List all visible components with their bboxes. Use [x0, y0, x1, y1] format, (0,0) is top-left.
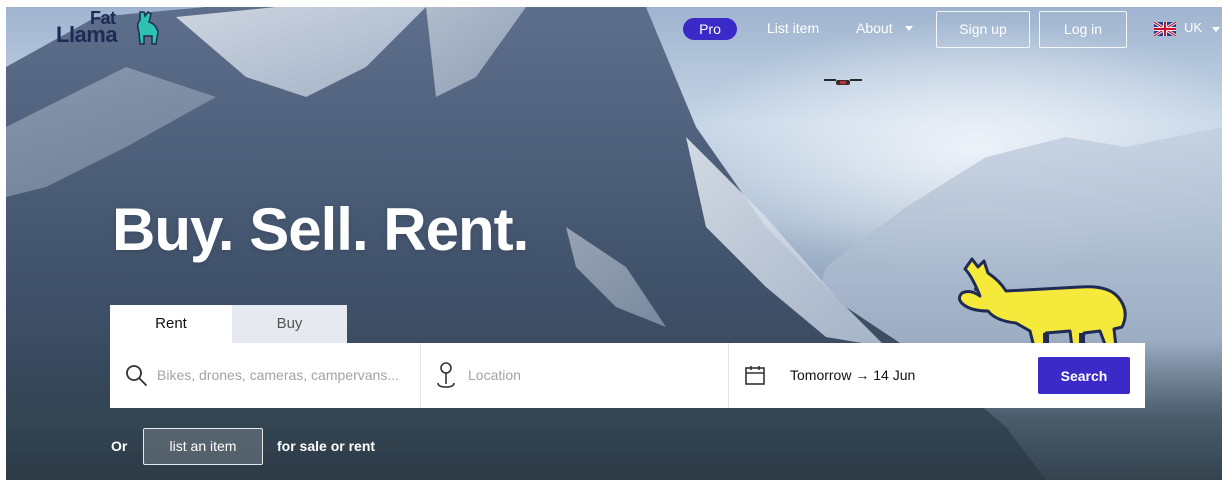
search-input[interactable]	[157, 363, 409, 387]
nav-about[interactable]: About	[856, 20, 893, 36]
search-bar: Tomorrow → 14 Jun Search	[110, 343, 1145, 408]
location-input[interactable]	[468, 363, 708, 387]
tab-buy[interactable]: Buy	[232, 305, 347, 343]
logo-text-llama: Llama	[56, 22, 118, 47]
uk-flag-icon[interactable]	[1154, 22, 1176, 36]
chevron-down-icon	[905, 26, 913, 31]
llama-logo-icon	[136, 10, 159, 45]
llama-illustration	[957, 257, 1127, 349]
hero-headline: Buy. Sell. Rent.	[112, 196, 529, 263]
list-an-item-button[interactable]: list an item	[143, 428, 263, 465]
search-button[interactable]: Search	[1038, 357, 1130, 394]
signup-button[interactable]: Sign up	[936, 11, 1030, 48]
search-icon	[126, 365, 147, 386]
fat-llama-logo[interactable]: Fat Llama	[56, 8, 166, 50]
for-sale-or-rent-label: for sale or rent	[277, 438, 376, 454]
tab-rent[interactable]: Rent	[110, 305, 232, 343]
divider	[420, 343, 421, 408]
login-button[interactable]: Log in	[1039, 11, 1127, 48]
pro-badge[interactable]: Pro	[683, 18, 737, 40]
location-pin-icon	[437, 362, 455, 388]
date-range[interactable]: Tomorrow → 14 Jun	[790, 367, 915, 383]
nav-list-item[interactable]: List item	[767, 20, 819, 36]
country-selector[interactable]: UK	[1184, 20, 1202, 35]
drone-image	[824, 79, 862, 85]
divider	[728, 343, 729, 408]
chevron-down-icon	[1212, 27, 1220, 32]
or-label: Or	[111, 438, 128, 454]
calendar-icon	[745, 366, 765, 385]
